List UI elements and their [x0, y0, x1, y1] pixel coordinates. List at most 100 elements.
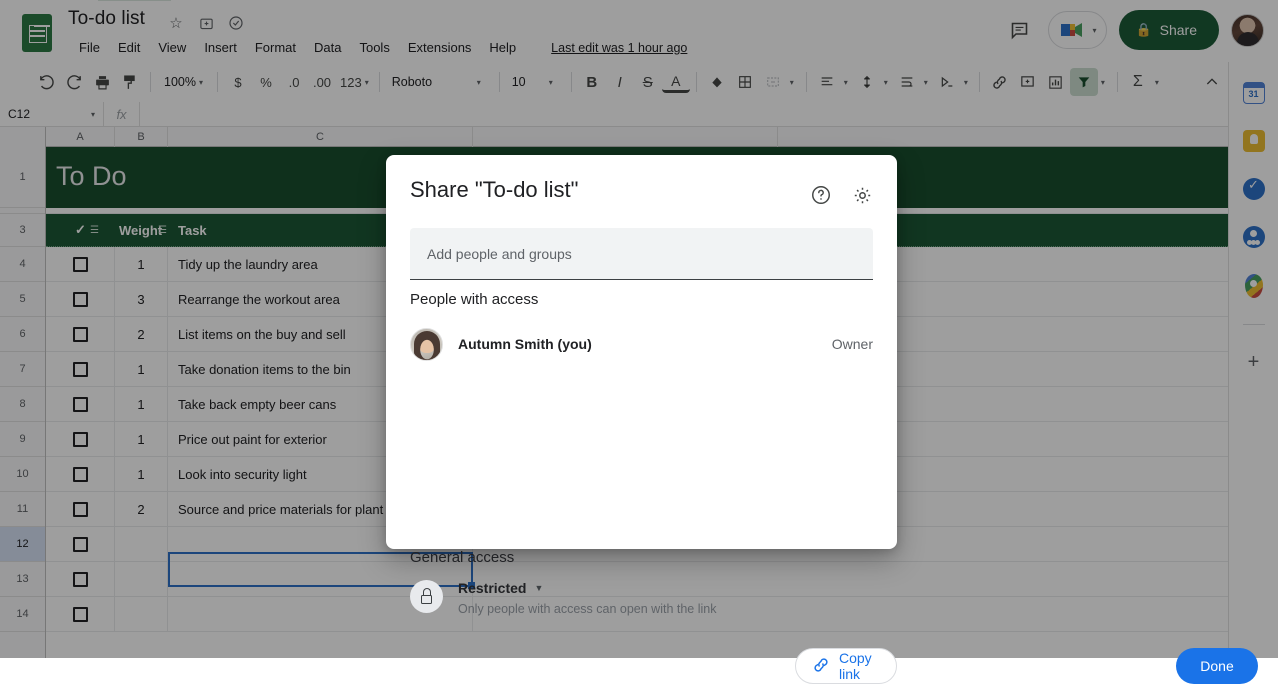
bold-icon[interactable]: B — [578, 68, 606, 96]
start-meeting-button[interactable]: ▾ — [1048, 11, 1108, 49]
decrease-decimal-icon[interactable]: .0 — [280, 68, 308, 96]
menu-format[interactable]: Format — [246, 37, 305, 58]
sheet-tab-to-do[interactable]: To do ▾ — [98, 0, 171, 1]
checkbox-cell[interactable] — [46, 387, 115, 421]
checkbox-icon[interactable] — [72, 431, 88, 447]
checkbox-cell[interactable] — [46, 527, 115, 561]
select-all-corner[interactable] — [0, 127, 46, 147]
calendar-icon[interactable] — [1242, 82, 1265, 104]
halign-caret[interactable]: ▾ — [844, 78, 848, 87]
checkbox-cell[interactable] — [46, 317, 115, 351]
row-header-6[interactable]: 6 — [0, 317, 45, 352]
insert-comment-icon[interactable] — [1014, 68, 1042, 96]
text-wrap-icon[interactable] — [893, 68, 921, 96]
copy-link-button[interactable]: Copy link — [795, 648, 897, 684]
borders-icon[interactable] — [731, 68, 759, 96]
row-header-3[interactable]: 3 — [0, 214, 45, 247]
text-color-icon[interactable]: A — [661, 71, 690, 93]
checkbox-cell[interactable] — [46, 492, 115, 526]
checkbox-cell[interactable] — [46, 562, 115, 596]
italic-icon[interactable]: I — [606, 68, 634, 96]
checkbox-cell[interactable] — [46, 282, 115, 316]
merge-cells-icon[interactable] — [759, 68, 787, 96]
text-rotation-icon[interactable] — [933, 68, 961, 96]
insert-link-icon[interactable] — [986, 68, 1014, 96]
checkbox-cell[interactable] — [46, 352, 115, 386]
access-level-selector[interactable]: Restricted ▼ — [458, 580, 716, 596]
redo-icon[interactable] — [60, 68, 88, 96]
weight-cell[interactable]: 1 — [115, 387, 168, 421]
meet-dropdown-caret[interactable]: ▾ — [1092, 26, 1096, 35]
column-header-d[interactable] — [473, 127, 778, 147]
gear-icon[interactable] — [849, 182, 875, 208]
tasks-icon[interactable] — [1242, 177, 1265, 200]
row-header-4[interactable]: 4 — [0, 247, 45, 282]
maps-icon[interactable] — [1244, 274, 1263, 298]
checkbox-icon[interactable] — [72, 501, 88, 517]
functions-icon[interactable]: Σ — [1124, 68, 1152, 96]
fill-color-icon[interactable] — [703, 68, 731, 96]
checkbox-icon[interactable] — [72, 466, 88, 482]
zoom-selector[interactable]: 100% ▾ — [157, 68, 211, 96]
vertical-align-icon[interactable] — [853, 68, 881, 96]
weight-cell[interactable]: 1 — [115, 422, 168, 456]
row-header-8[interactable]: 8 — [0, 387, 45, 422]
star-icon[interactable]: ☆ — [166, 13, 186, 33]
font-size-caret[interactable]: ▾ — [549, 78, 553, 87]
checkbox-icon[interactable] — [72, 256, 88, 272]
weight-cell[interactable] — [115, 527, 168, 561]
cloud-saved-icon[interactable] — [226, 13, 246, 33]
insert-chart-icon[interactable] — [1042, 68, 1070, 96]
menu-tools[interactable]: Tools — [350, 37, 398, 58]
weight-cell[interactable]: 1 — [115, 352, 168, 386]
paint-format-icon[interactable] — [116, 68, 144, 96]
font-size-selector[interactable]: 10 — [506, 68, 546, 96]
done-button[interactable]: Done — [1176, 648, 1258, 684]
comment-history-icon[interactable] — [1002, 13, 1036, 47]
more-formats-selector[interactable]: 123 ▾ — [336, 68, 373, 96]
checkbox-cell[interactable] — [46, 422, 115, 456]
help-icon[interactable] — [808, 182, 834, 208]
move-to-folder-icon[interactable] — [196, 13, 216, 33]
collapse-toolbar-icon[interactable] — [1198, 68, 1226, 96]
checkbox-icon[interactable] — [72, 326, 88, 342]
last-edit-status[interactable]: Last edit was 1 hour ago — [551, 41, 687, 55]
add-app-icon[interactable]: + — [1248, 351, 1260, 374]
filter-icon[interactable] — [1069, 68, 1098, 96]
column-header-b[interactable]: B — [115, 127, 168, 147]
percent-format-icon[interactable]: % — [252, 68, 280, 96]
menu-file[interactable]: File — [70, 37, 109, 58]
checkbox-icon[interactable] — [72, 606, 88, 622]
valign-caret[interactable]: ▾ — [884, 78, 888, 87]
filter-handle-a-icon[interactable]: ☰ — [90, 225, 99, 236]
merge-caret[interactable]: ▾ — [790, 78, 794, 87]
share-button[interactable]: 🔒 Share — [1119, 10, 1219, 50]
rotation-caret[interactable]: ▾ — [964, 78, 968, 87]
keep-icon[interactable] — [1242, 130, 1265, 152]
checkbox-icon[interactable] — [72, 396, 88, 412]
menu-edit[interactable]: Edit — [109, 37, 149, 58]
contacts-icon[interactable] — [1242, 226, 1265, 248]
account-avatar[interactable] — [1231, 13, 1264, 47]
menu-data[interactable]: Data — [305, 37, 350, 58]
column-header-c[interactable]: C — [168, 127, 473, 147]
checkbox-cell[interactable] — [46, 247, 115, 281]
name-box[interactable]: C12 ▾ — [0, 101, 104, 127]
row-header-14[interactable]: 14 — [0, 597, 45, 632]
menu-extensions[interactable]: Extensions — [399, 37, 481, 58]
print-icon[interactable] — [88, 68, 116, 96]
weight-cell[interactable]: 3 — [115, 282, 168, 316]
font-dropdown-caret[interactable]: ▾ — [477, 78, 481, 87]
menu-insert[interactable]: Insert — [195, 37, 246, 58]
row-header-12[interactable]: 12 — [0, 527, 45, 562]
row-header-13[interactable]: 13 — [0, 562, 45, 597]
weight-cell[interactable] — [115, 562, 168, 596]
row-header-10[interactable]: 10 — [0, 457, 45, 492]
currency-format-icon[interactable]: $ — [224, 68, 252, 96]
horizontal-align-icon[interactable] — [813, 68, 841, 96]
filter-caret[interactable]: ▾ — [1101, 78, 1105, 87]
row-header-5[interactable]: 5 — [0, 282, 45, 317]
formula-input[interactable] — [140, 102, 1278, 127]
checkbox-cell[interactable] — [46, 597, 115, 631]
checkbox-icon[interactable] — [72, 536, 88, 552]
